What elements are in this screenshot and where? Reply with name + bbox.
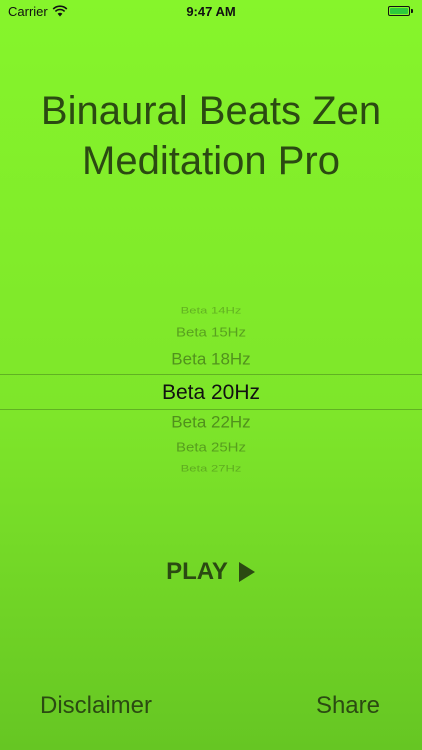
picker-item[interactable]: Beta 14Hz <box>0 305 422 314</box>
app-title: Binaural Beats Zen Meditation Pro <box>0 86 422 186</box>
app-title-line2: Meditation Pro <box>82 139 340 183</box>
picker-item[interactable]: Beta 25Hz <box>0 441 422 454</box>
picker-item[interactable]: Beta 18Hz <box>0 351 422 367</box>
play-button[interactable]: PLAY <box>0 552 422 592</box>
frequency-picker[interactable]: Beta 14Hz Beta 15Hz Beta 18Hz Beta 20Hz Beta… <box>0 296 422 484</box>
play-label: PLAY <box>166 558 228 585</box>
app-title-line1: Binaural Beats Zen <box>40 89 382 133</box>
status-bar: Carrier 9:47 AM <box>0 0 422 22</box>
share-button[interactable]: Share <box>316 692 380 720</box>
disclaimer-button[interactable]: Disclaimer <box>40 692 152 720</box>
status-time: 9:47 AM <box>186 3 236 19</box>
picker-bottom-line <box>0 409 422 410</box>
picker-item[interactable]: Beta 22Hz <box>0 414 422 430</box>
play-icon <box>238 562 255 582</box>
picker-item[interactable]: Beta 27Hz <box>0 463 422 472</box>
picker-top-line <box>0 374 422 375</box>
picker-item[interactable]: Beta 20Hz <box>0 382 422 403</box>
picker-item[interactable]: Beta 15Hz <box>0 326 422 339</box>
